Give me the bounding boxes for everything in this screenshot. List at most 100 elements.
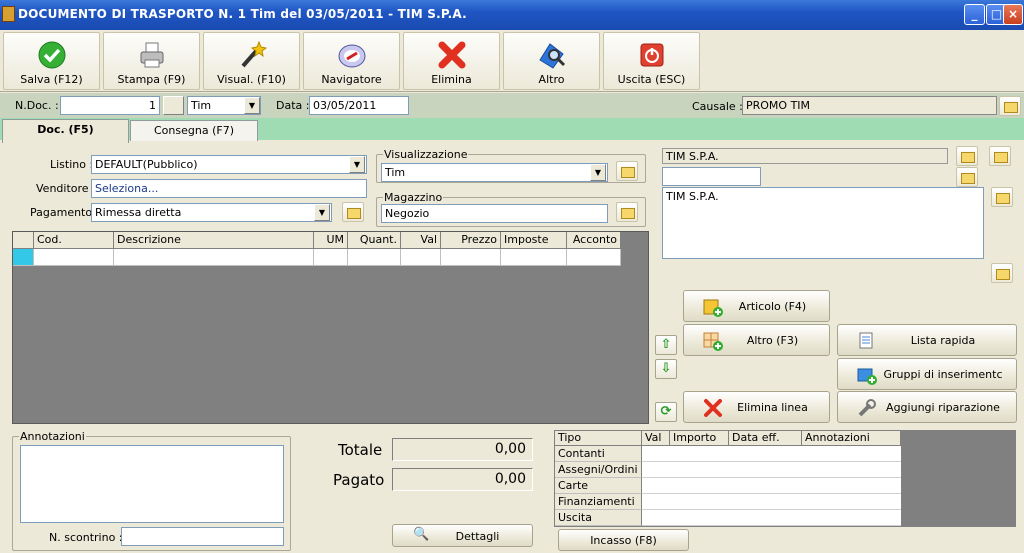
grid-cell[interactable] bbox=[34, 249, 114, 266]
title-bar: DOCUMENTO DI TRASPORTO N. 1 Tim del 03/0… bbox=[0, 0, 1024, 30]
tab-doc[interactable]: Doc. (F5) bbox=[2, 119, 129, 143]
print-button[interactable]: Stampa (F9) bbox=[103, 32, 200, 90]
chevron-down-icon[interactable]: ▼ bbox=[244, 97, 260, 114]
pagamento-select[interactable]: Rimessa diretta bbox=[91, 203, 332, 222]
quick-list-button[interactable]: Lista rapida bbox=[837, 324, 1017, 356]
pay-row[interactable] bbox=[642, 462, 901, 478]
pay-row-label: Contanti bbox=[555, 446, 642, 462]
refresh-icon[interactable]: ⟳ bbox=[655, 402, 677, 422]
exit-button[interactable]: Uscita (ESC) bbox=[603, 32, 700, 90]
grid-cell[interactable] bbox=[441, 249, 501, 266]
customer-code-input[interactable] bbox=[662, 167, 761, 186]
pagamento-folder-icon[interactable] bbox=[342, 202, 364, 222]
payments-grid[interactable]: Tipo Val Importo Data eff. Annotazioni C… bbox=[554, 430, 902, 527]
grid-cell[interactable] bbox=[567, 249, 621, 266]
delete-line-button[interactable]: Elimina linea bbox=[683, 391, 830, 423]
pay-row-label: Assegni/Ordini bbox=[555, 462, 642, 478]
tab-strip: Doc. (F5) Consegna (F7) bbox=[0, 118, 1024, 143]
items-grid[interactable]: Cod. Descrizione UM Quant. Val Prezzo Im… bbox=[12, 231, 649, 424]
causale-folder-icon[interactable] bbox=[999, 96, 1021, 116]
details-button[interactable]: 🔍 Dettagli bbox=[392, 524, 533, 547]
ndoc-input[interactable]: 1 bbox=[60, 96, 160, 115]
grid-header[interactable]: Acconto bbox=[567, 232, 621, 249]
minimize-button[interactable]: _ bbox=[964, 4, 985, 25]
app-icon bbox=[2, 6, 15, 22]
row-selector[interactable] bbox=[13, 249, 34, 266]
add-other-button[interactable]: Altro (F3) bbox=[683, 324, 830, 356]
magazzino-folder-icon[interactable] bbox=[616, 202, 638, 222]
visualizzazione-folder-icon[interactable] bbox=[616, 161, 638, 181]
grid-cell[interactable] bbox=[114, 249, 314, 266]
chevron-down-icon[interactable]: ▼ bbox=[349, 156, 365, 173]
totale-label: Totale bbox=[338, 441, 383, 459]
navigator-button[interactable]: Navigatore bbox=[303, 32, 400, 90]
ndoc-lookup-button[interactable] bbox=[163, 96, 184, 115]
grid-cell[interactable] bbox=[501, 249, 567, 266]
listino-select[interactable]: DEFAULT(Pubblico) bbox=[91, 155, 367, 174]
listino-label: Listino : bbox=[50, 158, 94, 171]
grid-cell[interactable] bbox=[348, 249, 401, 266]
ndoc-label: N.Doc. : bbox=[15, 99, 59, 112]
pagamento-label: Pagamento : bbox=[30, 206, 100, 219]
pay-header[interactable]: Tipo bbox=[555, 431, 642, 446]
pagato-value: 0,00 bbox=[392, 468, 533, 491]
grid-header[interactable]: Quant. bbox=[348, 232, 401, 249]
pay-row[interactable] bbox=[642, 510, 901, 526]
customer-folder-icon[interactable] bbox=[956, 146, 978, 166]
grid-header[interactable]: UM bbox=[314, 232, 348, 249]
magic-wand-icon bbox=[241, 40, 267, 68]
grid-corner bbox=[13, 232, 34, 249]
pay-row[interactable] bbox=[642, 478, 901, 494]
grid-cell[interactable] bbox=[314, 249, 348, 266]
scontrino-input[interactable] bbox=[121, 527, 284, 546]
pagato-label: Pagato bbox=[333, 471, 385, 489]
close-button[interactable]: × bbox=[1003, 4, 1023, 25]
pay-row[interactable] bbox=[642, 494, 901, 510]
causale-field[interactable]: PROMO TIM bbox=[742, 96, 997, 115]
chevron-down-icon[interactable]: ▼ bbox=[590, 164, 606, 181]
pay-row-label: Uscita bbox=[555, 510, 642, 526]
printer-icon bbox=[140, 42, 164, 68]
tab-consegna[interactable]: Consegna (F7) bbox=[130, 120, 258, 141]
preview-button[interactable]: Visual. (F10) bbox=[203, 32, 300, 90]
magazzino-field[interactable]: Negozio bbox=[381, 204, 608, 223]
address-folder-icon[interactable] bbox=[991, 187, 1013, 207]
venditore-field[interactable]: Seleziona... bbox=[91, 179, 367, 198]
pay-row[interactable] bbox=[642, 446, 901, 462]
causale-label: Causale : bbox=[692, 100, 743, 113]
annotations-textarea[interactable] bbox=[20, 445, 284, 523]
grid-header[interactable]: Imposte bbox=[501, 232, 567, 249]
grid-header[interactable]: Cod. bbox=[34, 232, 114, 249]
date-input[interactable]: 03/05/2011 bbox=[309, 96, 409, 115]
grid-header[interactable]: Val bbox=[401, 232, 441, 249]
pay-header[interactable]: Data eff. bbox=[729, 431, 802, 446]
customer-address-box[interactable]: TIM S.P.A. bbox=[662, 187, 984, 259]
search-icon bbox=[539, 43, 566, 69]
pay-header[interactable]: Annotazioni bbox=[802, 431, 901, 446]
data-label: Data : bbox=[276, 99, 310, 112]
pay-header[interactable]: Val bbox=[642, 431, 670, 446]
add-article-button[interactable]: Articolo (F4) bbox=[683, 290, 830, 322]
grid-header[interactable]: Prezzo bbox=[441, 232, 501, 249]
visualizzazione-select[interactable]: Tim bbox=[381, 163, 608, 182]
visualizzazione-label: Visualizzazione bbox=[383, 148, 469, 161]
chevron-down-icon[interactable]: ▼ bbox=[314, 204, 330, 221]
serie-value: Tim bbox=[191, 99, 212, 112]
grid-cell[interactable] bbox=[401, 249, 441, 266]
customer-name-field[interactable]: TIM S.P.A. bbox=[662, 148, 948, 164]
other-button[interactable]: Altro bbox=[503, 32, 600, 90]
save-button[interactable]: Salva (F12) bbox=[3, 32, 100, 90]
grid-header[interactable]: Descrizione bbox=[114, 232, 314, 249]
incasso-button[interactable]: Incasso (F8) bbox=[558, 529, 689, 551]
magazzino-label: Magazzino bbox=[383, 191, 444, 204]
pay-header[interactable]: Importo bbox=[670, 431, 729, 446]
move-down-icon[interactable]: ⇩ bbox=[655, 359, 677, 379]
move-up-icon[interactable]: ⇧ bbox=[655, 335, 677, 355]
add-repair-button[interactable]: Aggiungi riparazione bbox=[837, 391, 1017, 423]
delete-button[interactable]: Elimina bbox=[403, 32, 500, 90]
customer-clear-icon[interactable] bbox=[989, 146, 1011, 166]
insert-groups-button[interactable]: Gruppi di inserimentc bbox=[837, 358, 1017, 390]
check-icon bbox=[38, 41, 66, 69]
customer-search-icon[interactable] bbox=[956, 167, 978, 187]
extra-folder-icon[interactable] bbox=[991, 263, 1013, 283]
